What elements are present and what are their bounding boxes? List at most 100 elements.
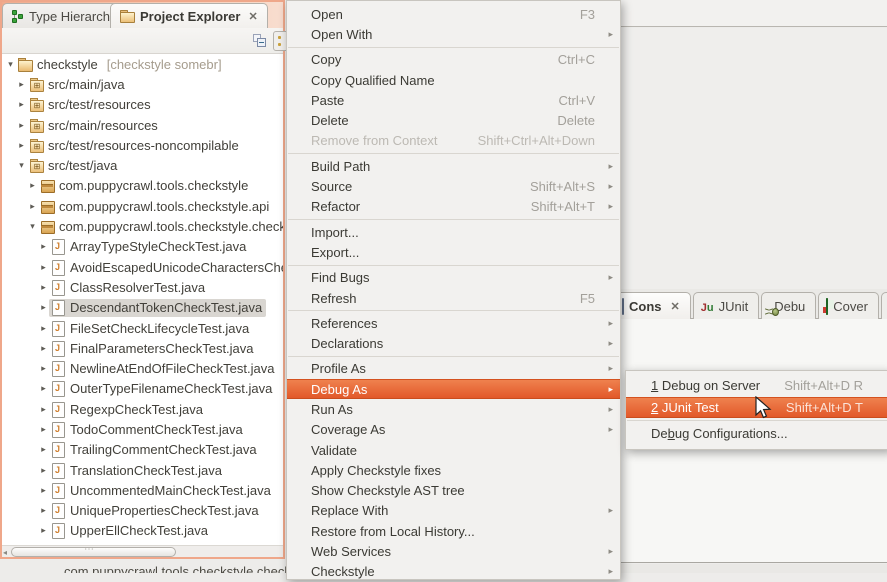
menu-separator (287, 308, 620, 313)
tree-expand-icon[interactable]: ▸ (38, 485, 49, 496)
tree-expand-icon[interactable]: ▸ (38, 302, 49, 313)
menu-item-remove-from-context[interactable]: Remove from ContextShift+Ctrl+Alt+Down (287, 131, 620, 151)
tree-item-row: com.puppycrawl.tools.checkstyle.check (38, 218, 283, 236)
menu-item-replace-with[interactable]: Replace With▸ (287, 501, 620, 521)
menu-item-label: Checkstyle (311, 564, 595, 579)
tree-expand-icon[interactable]: ▸ (38, 241, 49, 252)
menu-item-open-with[interactable]: Open With▸ (287, 24, 620, 44)
scrollbar-thumb[interactable] (11, 547, 176, 557)
menu-item-paste[interactable]: PasteCtrl+V (287, 90, 620, 110)
tree-item-todocommentchecktest-java[interactable]: ▸TodoCommentCheckTest.java (2, 419, 283, 439)
console-tab-junit[interactable]: JuJUnit (693, 292, 759, 319)
close-icon[interactable]: ✕ (671, 300, 680, 313)
tree-item-row: src/test/resources-noncompilable (27, 136, 243, 154)
tree-expand-icon[interactable]: ▸ (38, 323, 49, 334)
menu-item-profile-as[interactable]: Profile As▸ (287, 359, 620, 379)
menu-item-import[interactable]: Import... (287, 222, 620, 242)
collapse-all-button[interactable] (250, 31, 270, 51)
tree-item-uniquepropertieschecktest-java[interactable]: ▸UniquePropertiesCheckTest.java (2, 501, 283, 521)
menu-item-restore-from-local-history[interactable]: Restore from Local History... (287, 521, 620, 541)
tree-expand-icon[interactable]: ▸ (38, 424, 49, 435)
tree-expand-icon[interactable]: ▸ (16, 120, 27, 131)
tree-item-trailingcommentchecktest-java[interactable]: ▸TrailingCommentCheckTest.java (2, 440, 283, 460)
tree-expand-icon[interactable]: ▸ (27, 180, 38, 191)
menu-item-open[interactable]: OpenF3 (287, 4, 620, 24)
tree-collapse-icon[interactable]: ▾ (5, 59, 16, 70)
menu-item-1-debug-on-server[interactable]: 1 Debug on ServerShift+Alt+D R (626, 375, 887, 397)
tree-item-outertypefilenamechecktest-java[interactable]: ▸OuterTypeFilenameCheckTest.java (2, 379, 283, 399)
tree-item-arraytypestylechecktest-java[interactable]: ▸ArrayTypeStyleCheckTest.java (2, 237, 283, 257)
tree-expand-icon[interactable]: ▸ (38, 404, 49, 415)
console-tab-debu[interactable]: Debu (761, 292, 816, 319)
menu-item-refresh[interactable]: RefreshF5 (287, 288, 620, 308)
menu-item-web-services[interactable]: Web Services▸ (287, 541, 620, 561)
menu-item-run-as[interactable]: Run As▸ (287, 399, 620, 419)
tree-item-filesetchecklifecycletest-java[interactable]: ▸FileSetCheckLifecycleTest.java (2, 318, 283, 338)
tab-project-explorer[interactable]: Project Explorer ✕ (110, 3, 268, 28)
tree-expand-icon[interactable]: ▸ (38, 363, 49, 374)
menu-item-build-path[interactable]: Build Path▸ (287, 156, 620, 176)
type-hierarchy-icon (12, 10, 24, 23)
tree-collapse-icon[interactable]: ▾ (16, 160, 27, 171)
menu-item-debug-configurations[interactable]: Debug Configurations... (626, 423, 887, 445)
submenu-arrow-icon: ▸ (604, 318, 613, 329)
menu-item-show-checkstyle-ast-tree[interactable]: Show Checkstyle AST tree (287, 481, 620, 501)
tree-item-src-test-java[interactable]: ▾src/test/java (2, 155, 283, 175)
tree-item-com-puppycrawl-tools-checkstyle-check[interactable]: ▾com.puppycrawl.tools.checkstyle.check (2, 216, 283, 236)
tree-expand-icon[interactable]: ▸ (38, 525, 49, 536)
menu-separator (287, 217, 620, 222)
tree-expand-icon[interactable]: ▸ (38, 262, 49, 273)
console-tab-cons[interactable]: Cons ✕ (614, 292, 691, 319)
menu-item-refactor[interactable]: RefactorShift+Alt+T▸ (287, 197, 620, 217)
tree-expand-icon[interactable]: ▸ (27, 201, 38, 212)
menu-item-find-bugs[interactable]: Find Bugs▸ (287, 268, 620, 288)
console-tab-label: Cons (629, 299, 662, 314)
horizontal-scrollbar[interactable]: ◂ (2, 545, 283, 557)
tree-item-regexpchecktest-java[interactable]: ▸RegexpCheckTest.java (2, 399, 283, 419)
tab-label: Type Hierarchy (29, 9, 116, 24)
tree-item-src-test-resources-noncompilable[interactable]: ▸src/test/resources-noncompilable (2, 135, 283, 155)
tree-item-com-puppycrawl-tools-checkstyle[interactable]: ▸com.puppycrawl.tools.checkstyle (2, 176, 283, 196)
tree-item-src-main-resources[interactable]: ▸src/main/resources (2, 115, 283, 135)
tree-expand-icon[interactable]: ▸ (16, 99, 27, 110)
tree-item-src-test-resources[interactable]: ▸src/test/resources (2, 95, 283, 115)
tree-expand-icon[interactable]: ▸ (38, 465, 49, 476)
tree-expand-icon[interactable]: ▸ (16, 79, 27, 90)
tree-expand-icon[interactable]: ▸ (38, 383, 49, 394)
close-icon[interactable]: ✕ (248, 10, 257, 23)
tree-item-upperellchecktest-java[interactable]: ▸UpperEllCheckTest.java (2, 521, 283, 541)
tree-expand-icon[interactable]: ▸ (38, 505, 49, 516)
console-tab-partial[interactable] (881, 292, 887, 319)
scroll-left-arrow-icon[interactable]: ◂ (3, 548, 7, 557)
menu-item-copy-qualified-name[interactable]: Copy Qualified Name (287, 70, 620, 90)
menu-item-coverage-as[interactable]: Coverage As▸ (287, 420, 620, 440)
menu-item-source[interactable]: SourceShift+Alt+S▸ (287, 176, 620, 196)
tab-type-hierarchy[interactable]: Type Hierarchy (2, 3, 126, 28)
menu-item-export[interactable]: Export... (287, 242, 620, 262)
menu-item-debug-as[interactable]: Debug As▸ (287, 379, 620, 399)
menu-item-copy[interactable]: CopyCtrl+C (287, 50, 620, 70)
menu-item-validate[interactable]: Validate (287, 440, 620, 460)
menu-item-references[interactable]: References▸ (287, 313, 620, 333)
tree-item-checkstyle[interactable]: ▾checkstyle[checkstyle somebr] (2, 54, 283, 74)
javafile-icon (50, 300, 66, 315)
tree-expand-icon[interactable]: ▸ (16, 140, 27, 151)
tree-expand-icon[interactable]: ▸ (38, 282, 49, 293)
menu-item-checkstyle[interactable]: Checkstyle▸ (287, 562, 620, 582)
menu-item-declarations[interactable]: Declarations▸ (287, 333, 620, 353)
tree-item-avoidescapedunicodecharacterschec[interactable]: ▸AvoidEscapedUnicodeCharactersChec (2, 257, 283, 277)
tree-collapse-icon[interactable]: ▾ (27, 221, 38, 232)
console-tab-cover[interactable]: Cover (818, 292, 879, 319)
tree-item-newlineatendoffilechecktest-java[interactable]: ▸NewlineAtEndOfFileCheckTest.java (2, 358, 283, 378)
tree-item-finalparameterschecktest-java[interactable]: ▸FinalParametersCheckTest.java (2, 338, 283, 358)
tree-expand-icon[interactable]: ▸ (38, 444, 49, 455)
tree-item-classresolvertest-java[interactable]: ▸ClassResolverTest.java (2, 277, 283, 297)
tree-item-uncommentedmainchecktest-java[interactable]: ▸UncommentedMainCheckTest.java (2, 480, 283, 500)
tree-item-translationchecktest-java[interactable]: ▸TranslationCheckTest.java (2, 460, 283, 480)
tree-item-descendanttokenchecktest-java[interactable]: ▸DescendantTokenCheckTest.java (2, 298, 283, 318)
menu-item-delete[interactable]: DeleteDelete (287, 110, 620, 130)
tree-expand-icon[interactable]: ▸ (38, 343, 49, 354)
tree-item-src-main-java[interactable]: ▸src/main/java (2, 74, 283, 94)
menu-item-apply-checkstyle-fixes[interactable]: Apply Checkstyle fixes (287, 460, 620, 480)
tree-item-com-puppycrawl-tools-checkstyle-api[interactable]: ▸com.puppycrawl.tools.checkstyle.api (2, 196, 283, 216)
